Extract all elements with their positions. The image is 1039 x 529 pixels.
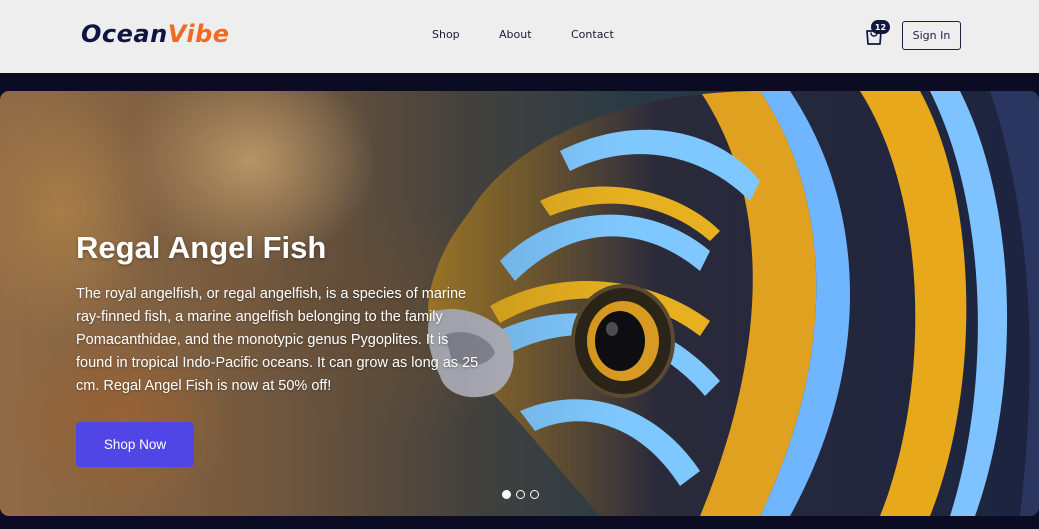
nav-link-shop[interactable]: Shop bbox=[432, 28, 460, 41]
brand-logo-part1: Ocean bbox=[81, 20, 168, 48]
hero-carousel: Regal Angel Fish The royal angelfish, or… bbox=[0, 91, 1039, 516]
carousel-dot-1[interactable] bbox=[502, 490, 511, 499]
brand-logo-part2: Vibe bbox=[167, 20, 230, 48]
nav-link-contact[interactable]: Contact bbox=[571, 28, 614, 41]
hero-description: The royal angelfish, or regal angelfish,… bbox=[76, 286, 479, 394]
shop-now-button[interactable]: Shop Now bbox=[76, 422, 194, 467]
carousel-dot-2[interactable] bbox=[516, 490, 525, 499]
cart-count-badge: 12 bbox=[871, 20, 890, 34]
brand-logo[interactable]: OceanVibe bbox=[81, 18, 230, 50]
carousel-dot-3[interactable] bbox=[530, 490, 539, 499]
navbar: OceanVibe Shop About Contact 12 Sign In bbox=[0, 0, 1039, 73]
carousel-pagination bbox=[502, 490, 539, 499]
sign-in-button[interactable]: Sign In bbox=[902, 21, 961, 50]
hero-title: Regal Angel Fish bbox=[76, 230, 327, 265]
nav-link-about[interactable]: About bbox=[499, 28, 532, 41]
